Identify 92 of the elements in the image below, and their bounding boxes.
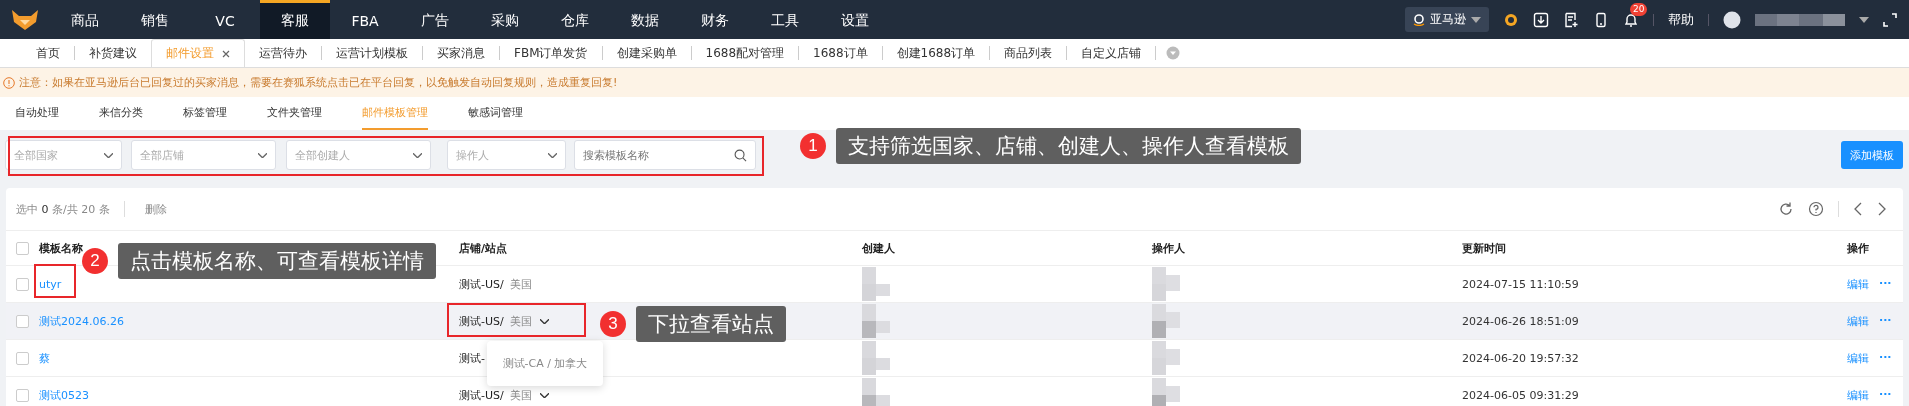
- callout-tooltip: 支持筛选国家、店铺、创建人、操作人查看模板: [836, 128, 1301, 164]
- sub-tab[interactable]: 来信分类: [99, 97, 143, 130]
- sub-tab[interactable]: 标签管理: [183, 97, 227, 130]
- column-header: 操作: [1847, 240, 1869, 256]
- page-tab[interactable]: 运营计划模板: [322, 39, 422, 67]
- selection-count: 选中 0 条/共 20 条: [16, 201, 110, 217]
- row-checkbox[interactable]: [16, 314, 29, 328]
- close-icon[interactable]: [222, 49, 230, 58]
- blurred-creator: [862, 378, 890, 406]
- nav-item[interactable]: 销售: [120, 0, 190, 39]
- sub-tab[interactable]: 敏感词管理: [468, 97, 523, 130]
- caret-icon[interactable]: [1859, 16, 1869, 23]
- chevron-down-icon: [540, 392, 550, 398]
- search-icon[interactable]: [734, 149, 747, 162]
- blurred-operator: [1152, 378, 1180, 406]
- select-all-checkbox[interactable]: [16, 241, 29, 255]
- page-tab[interactable]: 补货建议: [75, 39, 151, 67]
- next-icon[interactable]: [1877, 202, 1887, 216]
- nav-item[interactable]: 工具: [750, 0, 820, 39]
- chevron-down-icon: [413, 152, 422, 158]
- page-tab[interactable]: 创建采购单: [602, 39, 691, 67]
- refresh-icon[interactable]: [1778, 201, 1794, 217]
- phone-icon[interactable]: [1593, 11, 1609, 28]
- help-icon[interactable]: [1808, 201, 1824, 217]
- update-time: 2024-06-20 19:57:32: [1462, 351, 1579, 365]
- page-tab[interactable]: 运营待办: [245, 39, 321, 67]
- page-tab[interactable]: 买家消息: [423, 39, 499, 67]
- page-tab[interactable]: 首页: [22, 39, 74, 67]
- update-time: 2024-06-05 09:31:29: [1462, 388, 1579, 402]
- highlight-frame: [34, 264, 76, 298]
- column-header: 操作人: [1152, 240, 1185, 256]
- chevron-down-icon: [540, 318, 550, 324]
- nav-item[interactable]: 广告: [400, 0, 470, 39]
- column-header: 店铺/站点: [459, 241, 508, 255]
- document-add-icon[interactable]: [1563, 11, 1579, 28]
- avatar[interactable]: [1723, 10, 1741, 29]
- page-tab[interactable]: FBM订单发货: [500, 39, 602, 67]
- store-site-select[interactable]: 测试-US/ 美国: [459, 276, 533, 292]
- page-tab[interactable]: 1688配对管理: [691, 39, 799, 67]
- blurred-operator: [1152, 267, 1180, 301]
- chevron-down-icon: [258, 152, 267, 158]
- nav-item[interactable]: 采购: [470, 0, 540, 39]
- delete-button[interactable]: 删除: [138, 200, 173, 218]
- row-checkbox[interactable]: [16, 388, 29, 402]
- blurred-creator: [862, 304, 890, 338]
- notification-badge: 20: [1630, 2, 1648, 16]
- callout-tooltip: 点击模板名称、可查看模板详情: [118, 243, 436, 279]
- help-link[interactable]: 帮助: [1668, 10, 1694, 29]
- column-header: 更新时间: [1462, 241, 1506, 255]
- download-icon[interactable]: [1533, 11, 1549, 28]
- page-tab[interactable]: 商品列表: [990, 39, 1067, 67]
- nav-item[interactable]: 数据: [610, 0, 680, 39]
- amazon-icon: [1413, 13, 1425, 26]
- nav-item[interactable]: 客服: [260, 0, 330, 39]
- previous-icon[interactable]: [1853, 202, 1863, 216]
- page-tab[interactable]: 创建1688订单: [882, 39, 990, 67]
- column-header: 模板名称: [39, 241, 83, 255]
- nav-item[interactable]: 设置: [820, 0, 890, 39]
- callout-tooltip: 下拉查看站点: [636, 306, 786, 342]
- platform-select[interactable]: 亚马逊: [1405, 7, 1489, 32]
- nav-item[interactable]: 商品: [50, 0, 120, 39]
- notice-text: 注意：如果在亚马逊后台已回复过的买家消息，需要在赛狐系统点击已在平台回复，以免触发自动回复规则，造成重复回复!: [19, 75, 618, 90]
- column-header: 创建人: [862, 240, 895, 256]
- nav-item[interactable]: VC: [190, 0, 260, 39]
- row-checkbox[interactable]: [16, 351, 29, 365]
- update-time: 2024-06-26 18:51:09: [1462, 314, 1579, 328]
- blurred-operator: [1152, 341, 1180, 375]
- page-tab[interactable]: 自定义店铺: [1067, 39, 1156, 67]
- store-site-select[interactable]: 测试-: [459, 350, 485, 366]
- caret-icon: [1471, 16, 1481, 23]
- nav-item[interactable]: 仓库: [540, 0, 610, 39]
- page-tab[interactable]: 1688订单: [799, 39, 882, 67]
- store-site-select[interactable]: 测试-US/ 美国: [459, 387, 550, 403]
- nav-item[interactable]: 财务: [680, 0, 750, 39]
- blurred-operator: [1152, 304, 1180, 338]
- store-site-select[interactable]: 测试-US/ 美国: [459, 313, 550, 329]
- site-option[interactable]: 测试-CA / 加拿大: [502, 356, 588, 371]
- sub-tab[interactable]: 文件夹管理: [267, 97, 322, 130]
- fullscreen-icon[interactable]: [1883, 12, 1897, 27]
- update-time: 2024-07-15 11:10:59: [1462, 277, 1579, 291]
- fox-logo[interactable]: [12, 9, 38, 30]
- sub-tab[interactable]: 自动处理: [15, 97, 59, 130]
- blurred-creator: [862, 267, 890, 301]
- chevron-down-icon: [104, 152, 113, 158]
- bell-icon[interactable]: [1623, 11, 1639, 28]
- row-checkbox[interactable]: [16, 277, 29, 291]
- support-icon[interactable]: [1503, 11, 1519, 28]
- warning-icon: [3, 76, 15, 89]
- nav-item[interactable]: FBA: [330, 0, 400, 39]
- search-field[interactable]: 搜索模板名称: [574, 140, 756, 170]
- blurred-creator: [862, 341, 890, 375]
- chevron-down-icon: [548, 152, 557, 158]
